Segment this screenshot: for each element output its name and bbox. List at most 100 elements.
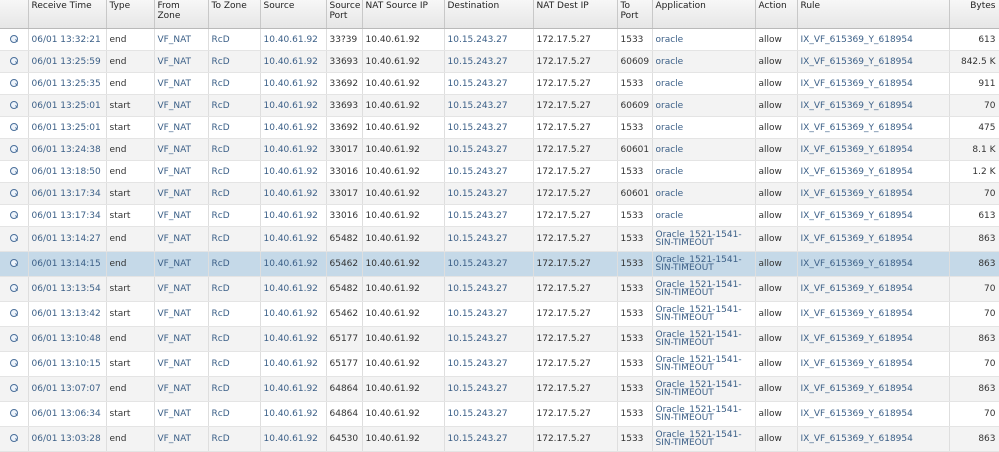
magnifier-icon[interactable]	[9, 188, 18, 197]
application-label[interactable]: Oracle_1521-1541- SIN-TIMEOUT	[656, 230, 752, 248]
from-zone-cell[interactable]: VF_NAT	[154, 426, 209, 452]
source-cell[interactable]: 10.40.61.92	[260, 138, 327, 161]
from-zone-cell[interactable]: VF_NAT	[154, 160, 209, 183]
column-header-bytes[interactable]: Bytes	[949, 0, 999, 29]
source-cell[interactable]: 10.40.61.92	[260, 182, 327, 205]
details-cell[interactable]	[0, 301, 29, 327]
from-zone-cell[interactable]: VF_NAT	[154, 401, 209, 427]
application-label[interactable]: Oracle_1521-1541- SIN-TIMEOUT	[656, 305, 752, 323]
details-cell[interactable]	[0, 351, 29, 377]
application-cell[interactable]: oracle	[652, 50, 756, 73]
details-cell[interactable]	[0, 326, 29, 352]
column-header-action[interactable]: Action	[755, 0, 798, 29]
rule-cell[interactable]: IX_VF_615369_Y_618954	[797, 138, 950, 161]
source-cell[interactable]: 10.40.61.92	[260, 28, 327, 51]
source-cell[interactable]: 10.40.61.92	[260, 94, 327, 117]
column-header-application[interactable]: Application	[652, 0, 756, 29]
destination-cell[interactable]: 10.15.243.27	[444, 138, 534, 161]
receive-time-cell[interactable]: 06/01 13:17:34	[28, 204, 107, 227]
destination-cell[interactable]: 10.15.243.27	[444, 251, 534, 277]
from-zone-cell[interactable]: VF_NAT	[154, 326, 209, 352]
log-row[interactable]: 06/01 13:17:34 start VF_NAT RcD 10.40.61.92 3…	[0, 182, 999, 205]
rule-cell[interactable]: IX_VF_615369_Y_618954	[797, 376, 950, 402]
log-row[interactable]: 06/01 13:17:34 start VF_NAT RcD 10.40.61.92 3…	[0, 204, 999, 227]
log-row[interactable]: 06/01 13:25:35 end VF_NAT RcD 10.40.61.92 336…	[0, 72, 999, 95]
destination-cell[interactable]: 10.15.243.27	[444, 204, 534, 227]
destination-cell[interactable]: 10.15.243.27	[444, 351, 534, 377]
application-label[interactable]: Oracle_1521-1541- SIN-TIMEOUT	[656, 380, 752, 398]
application-cell[interactable]: Oracle_1521-1541- SIN-TIMEOUT	[652, 401, 756, 427]
column-header-destination[interactable]: Destination	[444, 0, 534, 29]
destination-cell[interactable]: 10.15.243.27	[444, 226, 534, 252]
destination-cell[interactable]: 10.15.243.27	[444, 301, 534, 327]
rule-cell[interactable]: IX_VF_615369_Y_618954	[797, 276, 950, 302]
destination-cell[interactable]: 10.15.243.27	[444, 182, 534, 205]
to-zone-cell[interactable]: RcD	[208, 426, 261, 452]
log-row[interactable]: 06/01 13:14:15 end VF_NAT RcD 10.40.61.92 654…	[0, 251, 999, 277]
to-zone-cell[interactable]: RcD	[208, 182, 261, 205]
details-cell[interactable]	[0, 182, 29, 205]
to-zone-cell[interactable]: RcD	[208, 116, 261, 139]
to-zone-cell[interactable]: RcD	[208, 94, 261, 117]
destination-cell[interactable]: 10.15.243.27	[444, 276, 534, 302]
receive-time-cell[interactable]: 06/01 13:25:01	[28, 116, 107, 139]
to-zone-cell[interactable]: RcD	[208, 28, 261, 51]
magnifier-icon[interactable]	[9, 100, 18, 109]
log-row[interactable]: 06/01 13:25:59 end VF_NAT RcD 10.40.61.92 336…	[0, 50, 999, 73]
column-header-nat-dest-ip[interactable]: NAT Dest IP	[533, 0, 618, 29]
source-cell[interactable]: 10.40.61.92	[260, 116, 327, 139]
application-label[interactable]: Oracle_1521-1541- SIN-TIMEOUT	[656, 280, 752, 298]
rule-cell[interactable]: IX_VF_615369_Y_618954	[797, 204, 950, 227]
application-cell[interactable]: oracle	[652, 160, 756, 183]
receive-time-cell[interactable]: 06/01 13:06:34	[28, 401, 107, 427]
magnifier-icon[interactable]	[9, 34, 18, 43]
column-header-source-port[interactable]: Source Port	[326, 0, 363, 29]
rule-cell[interactable]: IX_VF_615369_Y_618954	[797, 251, 950, 277]
details-cell[interactable]	[0, 28, 29, 51]
to-zone-cell[interactable]: RcD	[208, 326, 261, 352]
from-zone-cell[interactable]: VF_NAT	[154, 116, 209, 139]
log-row[interactable]: 06/01 13:10:15 start VF_NAT RcD 10.40.61.92 6…	[0, 351, 999, 377]
details-cell[interactable]	[0, 251, 29, 277]
details-cell[interactable]	[0, 376, 29, 402]
from-zone-cell[interactable]: VF_NAT	[154, 204, 209, 227]
rule-cell[interactable]: IX_VF_615369_Y_618954	[797, 426, 950, 452]
destination-cell[interactable]: 10.15.243.27	[444, 326, 534, 352]
receive-time-cell[interactable]: 06/01 13:14:15	[28, 251, 107, 277]
rule-cell[interactable]: IX_VF_615369_Y_618954	[797, 94, 950, 117]
application-cell[interactable]: oracle	[652, 116, 756, 139]
to-zone-cell[interactable]: RcD	[208, 251, 261, 277]
rule-cell[interactable]: IX_VF_615369_Y_618954	[797, 326, 950, 352]
column-header-type[interactable]: Type	[106, 0, 155, 29]
source-cell[interactable]: 10.40.61.92	[260, 376, 327, 402]
receive-time-cell[interactable]: 06/01 13:13:54	[28, 276, 107, 302]
to-zone-cell[interactable]: RcD	[208, 376, 261, 402]
destination-cell[interactable]: 10.15.243.27	[444, 401, 534, 427]
details-cell[interactable]	[0, 426, 29, 452]
from-zone-cell[interactable]: VF_NAT	[154, 276, 209, 302]
from-zone-cell[interactable]: VF_NAT	[154, 182, 209, 205]
application-label[interactable]: Oracle_1521-1541- SIN-TIMEOUT	[656, 330, 752, 348]
application-cell[interactable]: Oracle_1521-1541- SIN-TIMEOUT	[652, 276, 756, 302]
magnifier-icon[interactable]	[9, 210, 18, 219]
receive-time-cell[interactable]: 06/01 13:18:50	[28, 160, 107, 183]
application-cell[interactable]: oracle	[652, 204, 756, 227]
source-cell[interactable]: 10.40.61.92	[260, 326, 327, 352]
rule-cell[interactable]: IX_VF_615369_Y_618954	[797, 351, 950, 377]
log-row[interactable]: 06/01 13:32:21 end VF_NAT RcD 10.40.61.92 33?…	[0, 28, 999, 51]
source-cell[interactable]: 10.40.61.92	[260, 401, 327, 427]
application-cell[interactable]: oracle	[652, 28, 756, 51]
to-zone-cell[interactable]: RcD	[208, 226, 261, 252]
source-cell[interactable]: 10.40.61.92	[260, 160, 327, 183]
details-cell[interactable]	[0, 94, 29, 117]
column-header-from-zone[interactable]: From Zone	[154, 0, 209, 29]
magnifier-icon[interactable]	[9, 433, 18, 442]
source-cell[interactable]: 10.40.61.92	[260, 426, 327, 452]
column-header-nat-source-ip[interactable]: NAT Source IP	[362, 0, 445, 29]
rule-cell[interactable]: IX_VF_615369_Y_618954	[797, 182, 950, 205]
receive-time-cell[interactable]: 06/01 13:17:34	[28, 182, 107, 205]
application-cell[interactable]: Oracle_1521-1541- SIN-TIMEOUT	[652, 226, 756, 252]
from-zone-cell[interactable]: VF_NAT	[154, 376, 209, 402]
log-row[interactable]: 06/01 13:14:27 end VF_NAT RcD 10.40.61.92 654…	[0, 226, 999, 252]
destination-cell[interactable]: 10.15.243.27	[444, 94, 534, 117]
